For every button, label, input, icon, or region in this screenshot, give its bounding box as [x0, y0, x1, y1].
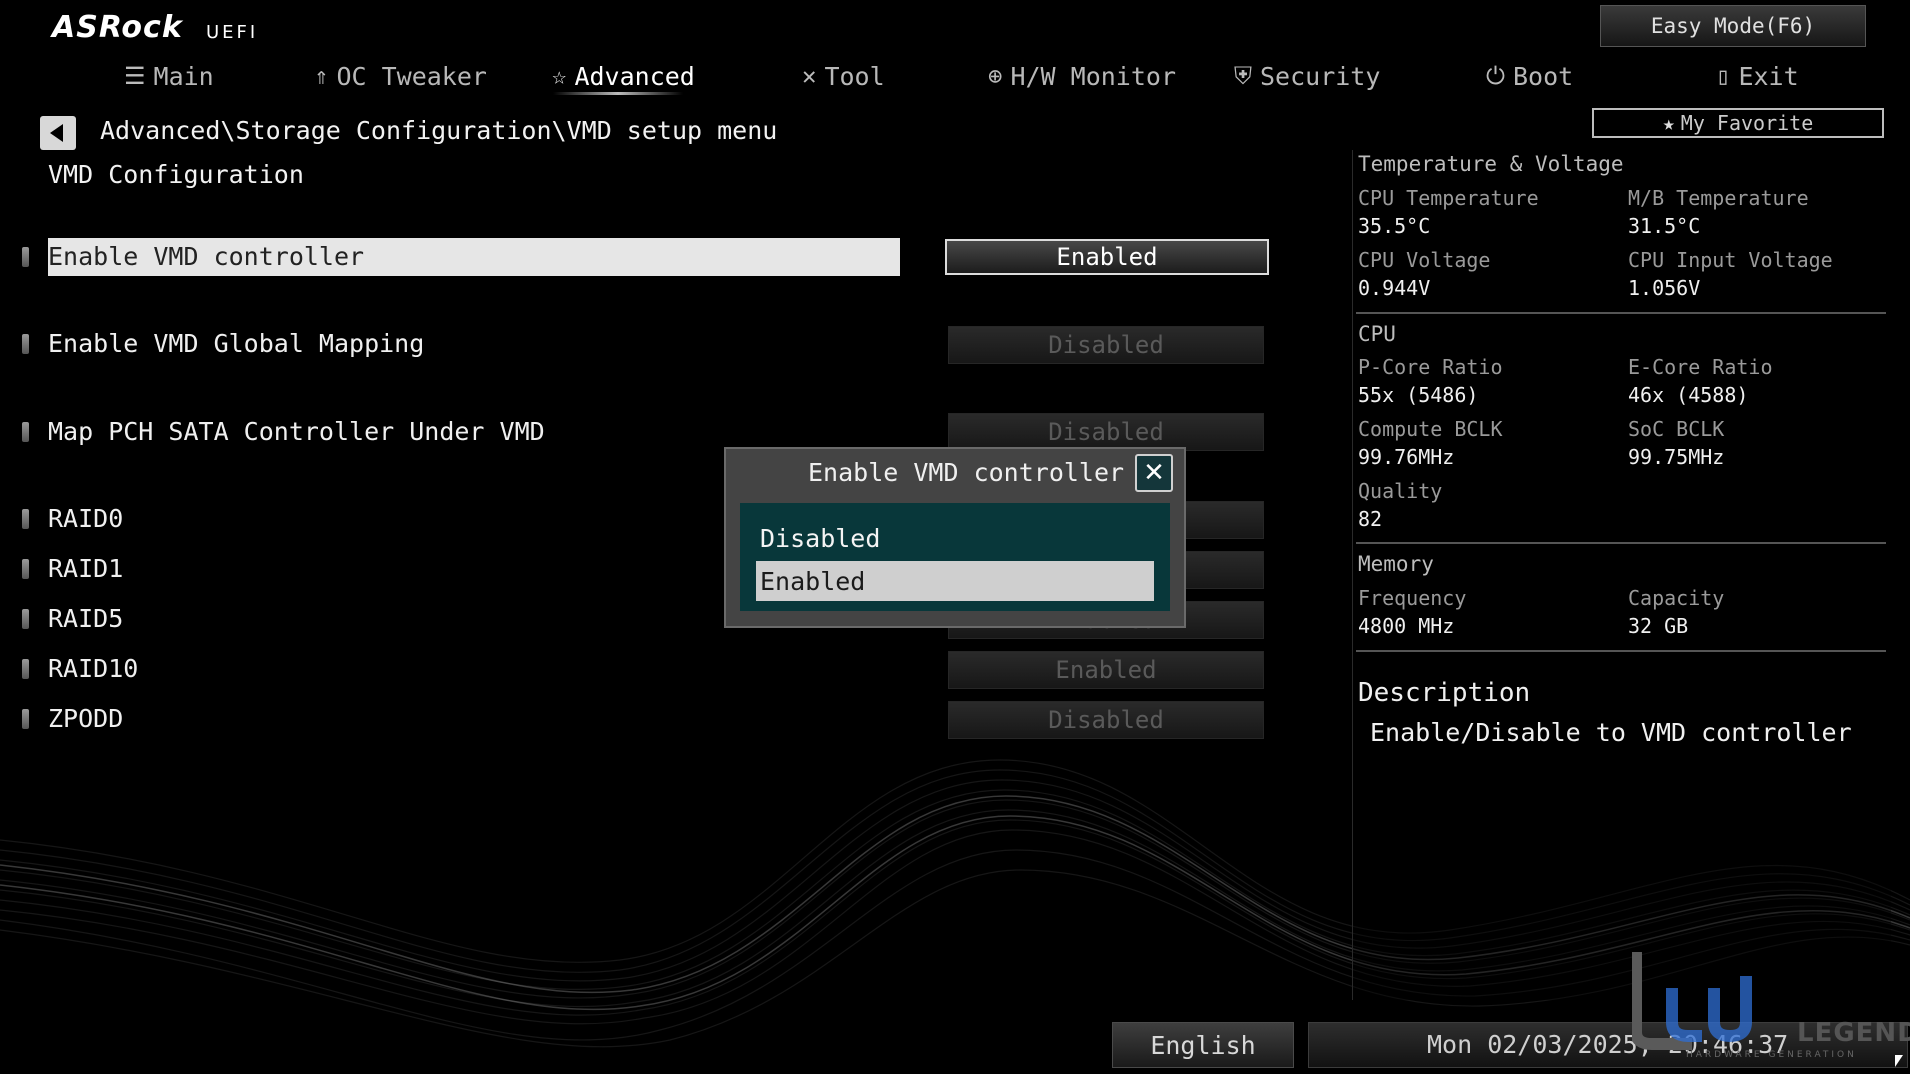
watermark-brand: LEGEND: [1797, 1018, 1910, 1048]
temp-voltage-heading: Temperature & Voltage: [1358, 152, 1624, 176]
soc-bclk-label: SoC BCLK: [1628, 417, 1725, 441]
option-disabled[interactable]: Disabled: [756, 518, 1154, 558]
mem-frequency-value: 4800 MHz: [1358, 614, 1455, 638]
row-marker: [22, 334, 29, 354]
quality-value: 82: [1358, 507, 1383, 531]
tab-main-label: Main: [153, 61, 214, 91]
easy-mode-button[interactable]: Easy Mode(F6): [1600, 5, 1866, 47]
tab-exit[interactable]: ▯ Exit: [1716, 56, 1799, 96]
tab-boot[interactable]: ⏻ Boot: [1486, 56, 1573, 96]
asrock-logo: ASRock: [52, 10, 183, 45]
ecore-ratio-label: E-Core Ratio: [1628, 355, 1773, 379]
my-favorite-label: My Favorite: [1680, 111, 1814, 135]
mb-temp-value: 31.5°C: [1628, 214, 1701, 238]
setting-raid10[interactable]: RAID10: [48, 654, 138, 683]
setting-map-pch-sata[interactable]: Map PCH SATA Controller Under VMD: [48, 417, 545, 446]
my-favorite-button[interactable]: ★ My Favorite: [1592, 108, 1884, 138]
cpu-temp-value: 35.5°C: [1358, 214, 1431, 238]
divider: [1356, 542, 1886, 544]
setting-raid0[interactable]: RAID0: [48, 504, 123, 533]
compute-bclk-label: Compute BCLK: [1358, 417, 1503, 441]
active-tab-indicator: [553, 92, 683, 95]
setting-value-enable-vmd-controller[interactable]: Enabled: [945, 239, 1269, 275]
cpu-input-voltage-value: 1.056V: [1628, 276, 1701, 300]
cpu-heading: CPU: [1358, 322, 1396, 346]
tab-advanced-label: Advanced: [574, 61, 695, 91]
description-title: Description: [1358, 678, 1531, 708]
cpu-input-voltage-label: CPU Input Voltage: [1628, 248, 1833, 272]
row-marker: [22, 559, 29, 579]
description-text: Enable/Disable to VMD controller: [1370, 718, 1852, 747]
quality-label: Quality: [1358, 479, 1443, 503]
star-icon: ★: [1662, 111, 1675, 135]
mem-capacity-value: 32 GB: [1628, 614, 1689, 638]
power-icon: ⏻: [1486, 62, 1505, 90]
rocket-icon: ⇑: [314, 62, 329, 90]
row-marker: [22, 709, 29, 729]
shield-icon: ⛨: [1234, 62, 1252, 90]
compute-bclk-value: 99.76MHz: [1358, 445, 1455, 469]
setting-raid5[interactable]: RAID5: [48, 604, 123, 633]
tab-exit-label: Exit: [1738, 61, 1799, 91]
setting-zpodd[interactable]: ZPODD: [48, 704, 123, 733]
tab-tool-label: Tool: [824, 61, 885, 91]
pcore-ratio-label: P-Core Ratio: [1358, 355, 1503, 379]
tab-main[interactable]: ☰ Main: [124, 56, 214, 96]
mouse-cursor-icon: [1895, 1055, 1903, 1067]
tab-oc-tweaker-label: OC Tweaker: [336, 61, 487, 91]
star-icon: ☆: [552, 62, 567, 90]
setting-enable-vmd-global-mapping[interactable]: Enable VMD Global Mapping: [48, 329, 424, 358]
tab-advanced[interactable]: ☆ Advanced: [552, 56, 695, 96]
setting-value-zpodd[interactable]: Disabled: [948, 701, 1264, 739]
row-marker: [22, 247, 29, 267]
cpu-voltage-value: 0.944V: [1358, 276, 1431, 300]
cpu-temp-label: CPU Temperature: [1358, 186, 1539, 210]
exit-icon: ▯: [1716, 62, 1731, 90]
setting-raid1[interactable]: RAID1: [48, 554, 123, 583]
setting-enable-vmd-controller[interactable]: Enable VMD controller: [48, 242, 364, 271]
option-enabled[interactable]: Enabled: [756, 561, 1154, 601]
uefi-label: UEFI: [206, 22, 259, 43]
row-marker: [22, 422, 29, 442]
breadcrumb: Advanced\Storage Configuration\VMD setup…: [100, 116, 778, 145]
divider: [1356, 650, 1886, 652]
setting-value-raid10[interactable]: Enabled: [948, 651, 1264, 689]
back-button[interactable]: [40, 116, 76, 150]
row-marker: [22, 509, 29, 529]
watermark-logo: [1632, 952, 1752, 1050]
popup-title: Enable VMD controller: [808, 458, 1125, 487]
tab-hw-monitor-label: H/W Monitor: [1010, 61, 1177, 91]
tab-security-label: Security: [1260, 61, 1381, 91]
list-icon: ☰: [124, 62, 146, 90]
tab-security[interactable]: ⛨ Security: [1234, 56, 1380, 96]
divider: [1356, 312, 1886, 314]
cpu-voltage-label: CPU Voltage: [1358, 248, 1491, 272]
ecore-ratio-value: 46x (4588): [1628, 383, 1749, 407]
mb-temp-label: M/B Temperature: [1628, 186, 1809, 210]
row-marker: [22, 609, 29, 629]
monitor-icon: ⊕: [988, 62, 1003, 90]
tab-oc-tweaker[interactable]: ⇑ OC Tweaker: [314, 56, 487, 96]
watermark-tagline: HARDWARE GENERATION: [1686, 1050, 1857, 1060]
setting-value-global-mapping[interactable]: Disabled: [948, 326, 1264, 364]
soc-bclk-value: 99.75MHz: [1628, 445, 1725, 469]
row-marker: [22, 659, 29, 679]
section-title: VMD Configuration: [48, 160, 304, 189]
language-button[interactable]: English: [1112, 1022, 1294, 1068]
close-icon[interactable]: ✕: [1135, 454, 1173, 492]
memory-heading: Memory: [1358, 552, 1434, 576]
setting-value-map-pch-sata[interactable]: Disabled: [948, 413, 1264, 451]
mem-frequency-label: Frequency: [1358, 586, 1467, 610]
mem-capacity-label: Capacity: [1628, 586, 1725, 610]
tab-boot-label: Boot: [1512, 61, 1574, 91]
tab-tool[interactable]: ✕ Tool: [802, 56, 885, 96]
pcore-ratio-value: 55x (5486): [1358, 383, 1479, 407]
tab-hw-monitor[interactable]: ⊕ H/W Monitor: [988, 56, 1176, 96]
tools-icon: ✕: [802, 62, 817, 90]
